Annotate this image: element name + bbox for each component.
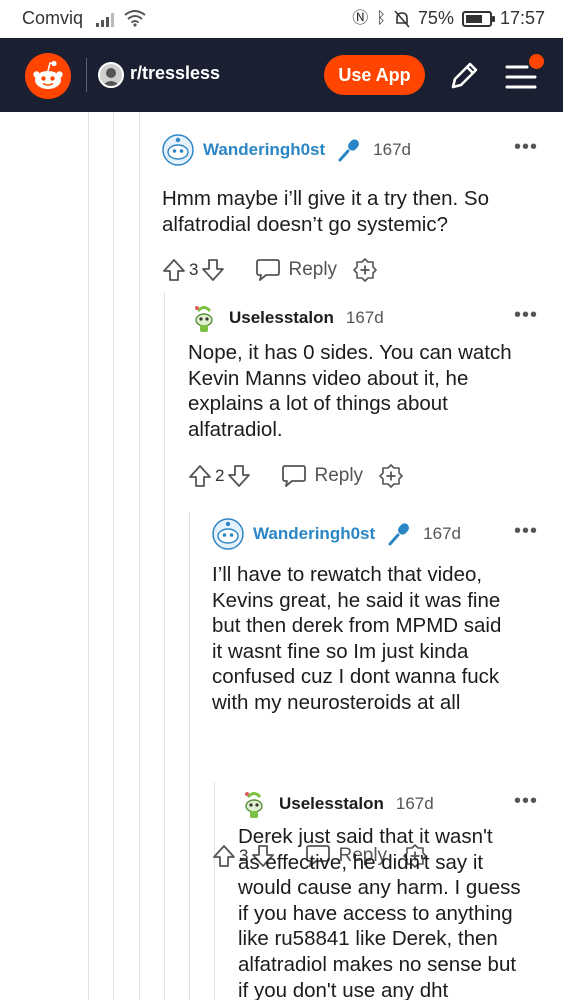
comment-line: would cause any harm. I guess xyxy=(238,876,521,900)
comment-header: Uselesstalon 167d xyxy=(238,788,434,820)
nfc-icon: Ⓝ xyxy=(352,9,369,27)
comment: Uselesstalon 167d ••• Nope, it has 0 sid… xyxy=(188,302,543,502)
carrier-name: Comviq xyxy=(22,8,84,28)
reply-label: Reply xyxy=(314,465,364,486)
snoo-avatar-icon[interactable] xyxy=(188,302,220,334)
award-icon[interactable] xyxy=(353,258,377,282)
comment-line: but then derek from MPMD said xyxy=(212,614,502,638)
status-right: Ⓝ ᛒ 75% 17:57 xyxy=(352,8,545,29)
comment-author[interactable]: Uselesstalon xyxy=(279,794,384,814)
downvote-icon[interactable] xyxy=(201,258,225,282)
reply-button[interactable]: Reply xyxy=(255,258,337,282)
comment-age: 167d xyxy=(423,524,461,543)
comment-line: Kevin Manns video about it, he xyxy=(188,366,469,390)
snoo-avatar-icon[interactable] xyxy=(212,518,244,550)
comment-line: Kevins great, he said it was fine xyxy=(212,588,501,612)
app-header: r/tressless Use App xyxy=(0,38,563,112)
comment-line: like ru58841 like Derek, then xyxy=(238,927,498,951)
vote-score: 2 xyxy=(215,466,225,485)
comment-header: Uselesstalon 167d xyxy=(188,302,384,334)
use-app-button[interactable]: Use App xyxy=(324,55,425,95)
comment: Uselesstalon 167d ••• Derek just said th… xyxy=(238,788,543,1000)
clock: 17:57 xyxy=(499,8,545,28)
award-icon[interactable] xyxy=(379,464,403,488)
comment-line: if you have access to anything xyxy=(238,901,513,925)
comment-line: with my neurosteroids at all xyxy=(212,690,461,714)
comment-line: explains a lot of things about xyxy=(188,392,448,416)
microphone-flair-icon xyxy=(338,139,360,162)
comment-body: Hmm maybe i’ll give it a try then. So al… xyxy=(162,186,489,237)
wifi-icon xyxy=(124,10,146,27)
more-options-icon[interactable]: ••• xyxy=(514,790,538,813)
comment-line: Nope, it has 0 sides. You can watch xyxy=(188,341,512,364)
comment-header: Wanderingh0st 167d xyxy=(162,134,411,166)
more-options-icon[interactable]: ••• xyxy=(514,304,538,327)
comment-age: 167d xyxy=(345,308,384,327)
comment-line: Hmm maybe i’ll give it a try then. So xyxy=(162,187,489,210)
reddit-logo-icon[interactable] xyxy=(25,53,71,99)
comment-author[interactable]: Wanderingh0st xyxy=(253,524,375,544)
upvote-icon[interactable] xyxy=(162,258,186,282)
thread-line[interactable] xyxy=(189,512,190,1000)
snoo-avatar-icon[interactable] xyxy=(238,788,270,820)
comment-actions: 2 Reply xyxy=(188,462,403,490)
upvote-icon[interactable] xyxy=(212,844,236,868)
thread-line[interactable] xyxy=(139,112,140,1000)
comment: Wanderingh0st 167d ••• Hmm maybe i’ll gi… xyxy=(162,134,542,284)
header-divider xyxy=(86,58,87,92)
subreddit-avatar[interactable] xyxy=(98,62,124,88)
comment-line: if you don't use any dht xyxy=(238,978,449,1000)
comment-actions: 3 Reply xyxy=(162,256,377,284)
thread-line[interactable] xyxy=(113,112,114,1000)
comment: Wanderingh0st 167d ••• I’ll have to rewa… xyxy=(212,518,542,868)
comment-author[interactable]: Wanderingh0st xyxy=(203,140,325,160)
signal-icon xyxy=(96,13,114,27)
comment-line: Derek just said that it wasn't xyxy=(238,825,493,848)
battery-icon xyxy=(461,10,495,27)
comment-body: Nope, it has 0 sides. You can watch Kevi… xyxy=(188,340,512,442)
comment-bubble-icon xyxy=(282,465,307,487)
comment-line: alfatrodial doesn’t go systemic? xyxy=(162,212,449,236)
comment-line: it wasnt fine so Im just kinda xyxy=(212,639,469,663)
comment-line: alfatradiol makes no sense but xyxy=(238,952,517,976)
comment-header: Wanderingh0st 167d xyxy=(212,518,461,550)
comment-age: 167d xyxy=(373,140,411,159)
reply-label: Reply xyxy=(288,259,338,280)
comment-author[interactable]: Uselesstalon xyxy=(229,308,334,328)
comment-thread: Wanderingh0st 167d ••• Hmm maybe i’ll gi… xyxy=(0,112,563,1000)
upvote-icon[interactable] xyxy=(188,464,212,488)
comment-line: as effective, he didn't say it xyxy=(238,850,484,874)
comment-body: I’ll have to rewatch that video, Kevins … xyxy=(212,562,501,716)
vote-score: 3 xyxy=(189,260,199,279)
bluetooth-icon: ᛒ xyxy=(376,9,386,27)
comment-line: confused cuz I dont wanna fuck xyxy=(212,665,500,689)
comment-bubble-icon xyxy=(256,259,281,281)
downvote-icon[interactable] xyxy=(227,464,251,488)
snoo-avatar-icon[interactable] xyxy=(162,134,194,166)
notification-dot xyxy=(529,54,544,69)
comment-body: Derek just said that it wasn't as effect… xyxy=(238,824,521,1000)
status-bar: Comviq Ⓝ ᛒ 75% 17:57 xyxy=(0,0,563,38)
comment-age: 167d xyxy=(395,794,434,813)
mute-bell-icon xyxy=(394,9,410,28)
comment-line: alfatradiol. xyxy=(188,417,283,441)
subreddit-name[interactable]: r/tressless xyxy=(130,63,220,84)
thread-line[interactable] xyxy=(88,112,89,1000)
signal-indicators xyxy=(96,9,146,27)
thread-line[interactable] xyxy=(214,782,215,1000)
microphone-flair-icon xyxy=(388,523,410,546)
more-options-icon[interactable]: ••• xyxy=(514,136,538,159)
thread-line[interactable] xyxy=(164,292,165,1000)
reply-button[interactable]: Reply xyxy=(281,464,363,488)
comment-line: I’ll have to rewatch that video, xyxy=(212,563,483,586)
battery-percent: 75% xyxy=(417,8,454,28)
more-options-icon[interactable]: ••• xyxy=(514,520,538,543)
pencil-icon[interactable] xyxy=(446,58,482,94)
